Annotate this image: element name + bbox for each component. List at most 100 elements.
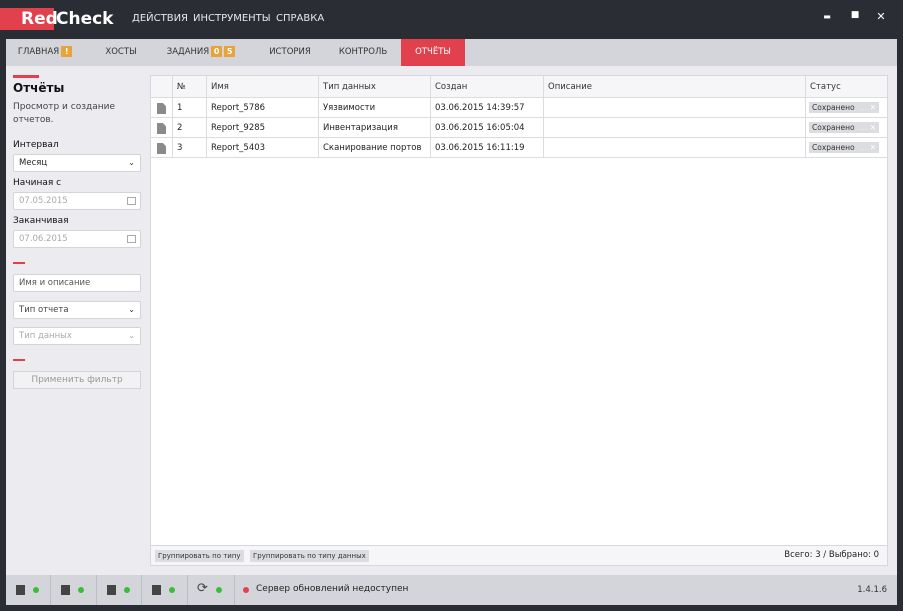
cell-description [544, 98, 806, 117]
cell-no: 1 [173, 98, 207, 117]
report-type-select[interactable]: Тип отчета ⌄ [13, 301, 141, 319]
menu-tools[interactable]: ИНСТРУМЕНТЫ [193, 13, 271, 24]
table-row[interactable]: 1 Report_5786 Уязвимости 03.06.2015 14:39:5… [151, 98, 887, 118]
filter-sidebar: Отчёты Просмотр и создание отчетов. Инте… [6, 66, 148, 575]
close-button[interactable]: ✕ [874, 10, 888, 23]
code-file-icon [152, 585, 161, 595]
key-file-icon [107, 585, 116, 595]
minimize-button[interactable]: ▬ [820, 12, 834, 21]
tab-bar: ГЛАВНАЯ! ХОСТЫ ЗАДАНИЯ 0 5 ИСТОРИЯ КОНТРОЛ… [6, 39, 897, 66]
status-ok-icon [78, 587, 84, 593]
tab-history[interactable]: ИСТОРИЯ [256, 39, 324, 66]
logo-red: Red [21, 9, 58, 29]
maximize-button[interactable]: ■ [848, 10, 862, 20]
column-header[interactable]: Создан [431, 76, 544, 97]
sidebar-description: Просмотр и создание отчетов. [13, 102, 116, 125]
cell-type: Инвентаризация [319, 118, 431, 137]
refresh-icon: ⟳ [197, 581, 208, 596]
selection-summary: Всего: 3 / Выбрано: 0 [784, 550, 879, 560]
name-description-input[interactable]: Имя и описание [13, 274, 141, 292]
status-database[interactable] [6, 575, 51, 605]
status-badge: Сохранено… ✕ [809, 142, 879, 153]
interval-label: Интервал [13, 140, 59, 150]
start-label: Начиная с [13, 178, 62, 188]
start-date-input[interactable]: 07.05.2015 [13, 192, 141, 210]
divider [13, 359, 25, 361]
chevron-down-icon: ⌄ [128, 305, 135, 314]
table-row[interactable]: 3 Report_5403 Сканирование портов 03.06.201… [151, 138, 887, 158]
status-ok-icon [169, 587, 175, 593]
status-sync[interactable]: ⟳ [188, 575, 235, 605]
list-icon [16, 585, 25, 595]
column-header[interactable]: Тип данных [319, 76, 431, 97]
save-icon [61, 585, 70, 595]
cell-type: Сканирование портов [319, 138, 431, 157]
table-footer: Группировать по типу Группировать по тип… [150, 545, 888, 566]
alert-badge: ! [61, 46, 73, 57]
cell-name: Report_9285 [207, 118, 319, 137]
document-icon [157, 103, 166, 114]
accent-bar [13, 75, 39, 78]
table-row[interactable]: 2 Report_9285 Инвентаризация 03.06.2015 16:… [151, 118, 887, 138]
close-icon[interactable]: ✕ [870, 102, 876, 113]
cell-created: 03.06.2015 14:39:57 [431, 98, 544, 117]
status-storage[interactable] [51, 575, 97, 605]
status-ok-icon [216, 587, 222, 593]
close-icon[interactable]: ✕ [870, 142, 876, 153]
data-type-select[interactable]: Тип данных ⌄ [13, 327, 141, 345]
tab-home[interactable]: ГЛАВНАЯ! [6, 39, 84, 66]
end-date-input[interactable]: 07.06.2015 [13, 230, 141, 248]
calendar-icon [127, 197, 136, 205]
tasks-badge: 0 [211, 46, 223, 57]
logo: Red Check [0, 8, 114, 30]
cell-name: Report_5403 [207, 138, 319, 157]
column-header[interactable]: Описание [544, 76, 806, 97]
sidebar-title: Отчёты [13, 81, 65, 95]
calendar-icon [127, 235, 136, 243]
column-header[interactable]: Статус [806, 76, 887, 97]
menu-help[interactable]: СПРАВКА [276, 13, 324, 24]
status-message: Сервер обновлений недоступен [256, 584, 409, 594]
status-scripts[interactable] [142, 575, 188, 605]
group-by-data-type-button[interactable]: Группировать по типу данных [250, 550, 369, 562]
document-icon [157, 143, 166, 154]
tasks-badge: 5 [224, 46, 236, 57]
group-by-type-button[interactable]: Группировать по типу [155, 550, 244, 562]
status-ok-icon [33, 587, 39, 593]
menu-actions[interactable]: ДЕЙСТВИЯ [132, 13, 188, 24]
tab-tasks[interactable]: ЗАДАНИЯ 0 5 [156, 39, 246, 66]
chevron-down-icon: ⌄ [128, 331, 135, 340]
status-bar: ⟳ Сервер обновлений недоступен 1.4.1.6 [6, 575, 897, 605]
tab-control[interactable]: КОНТРОЛЬ [326, 39, 400, 66]
close-icon[interactable]: ✕ [870, 122, 876, 133]
divider [13, 262, 25, 264]
status-ok-icon [124, 587, 130, 593]
logo-white: Check [56, 9, 114, 29]
status-badge: Сохранено… ✕ [809, 102, 879, 113]
more-icon: … [859, 123, 868, 132]
cell-no: 2 [173, 118, 207, 137]
interval-select[interactable]: Месяц ⌄ [13, 154, 141, 172]
tab-hosts[interactable]: ХОСТЫ [86, 39, 156, 66]
column-header[interactable]: Имя [207, 76, 319, 97]
apply-filter-button[interactable]: Применить фильтр [13, 371, 141, 389]
document-icon [157, 123, 166, 134]
column-header[interactable]: № [173, 76, 207, 97]
status-error-icon [243, 587, 249, 593]
status-license[interactable] [97, 575, 142, 605]
end-label: Заканчивая [13, 216, 69, 226]
more-icon: … [859, 143, 868, 152]
cell-created: 03.06.2015 16:11:19 [431, 138, 544, 157]
cell-created: 03.06.2015 16:05:04 [431, 118, 544, 137]
chevron-down-icon: ⌄ [128, 158, 135, 167]
cell-description [544, 138, 806, 157]
version-label: 1.4.1.6 [857, 585, 887, 595]
cell-no: 3 [173, 138, 207, 157]
more-icon: … [859, 103, 868, 112]
cell-description [544, 118, 806, 137]
cell-type: Уязвимости [319, 98, 431, 117]
tab-reports[interactable]: ОТЧЁТЫ [401, 39, 465, 66]
table-header: № Имя Тип данных Создан Описание Статус [151, 76, 887, 98]
reports-table: № Имя Тип данных Создан Описание Статус … [150, 75, 888, 566]
status-badge: Сохранено… ✕ [809, 122, 879, 133]
